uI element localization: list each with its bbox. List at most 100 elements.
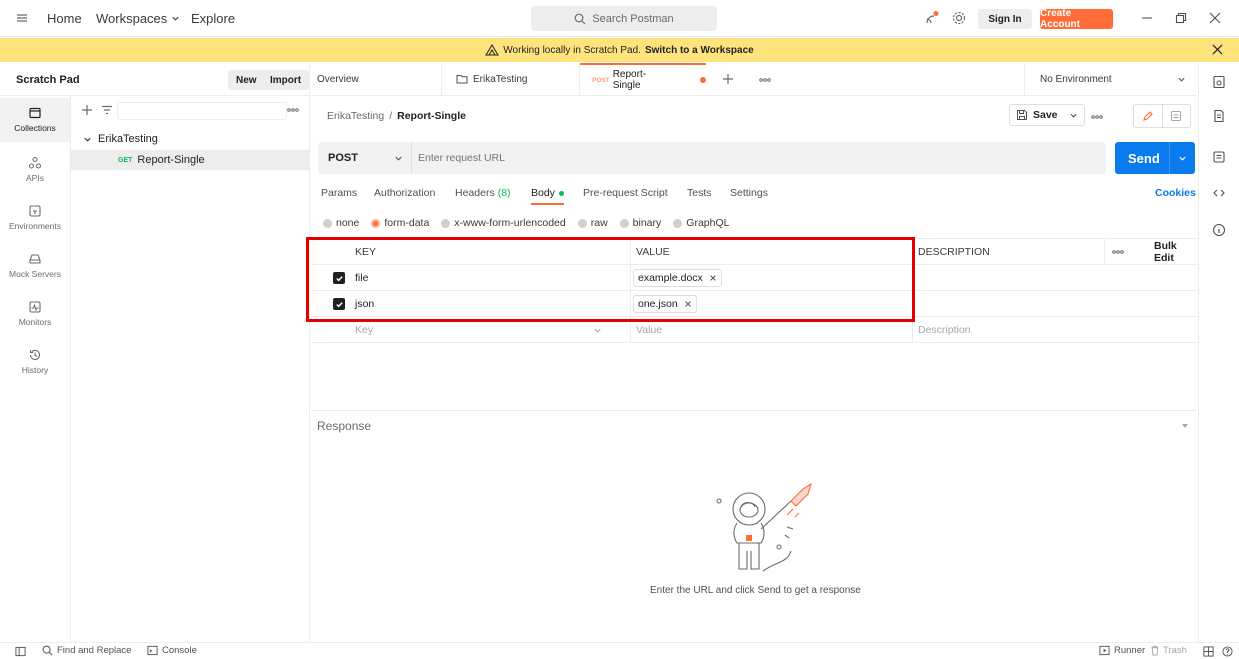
new-button[interactable]: New <box>228 70 265 90</box>
tab-erikatesting[interactable]: ErikaTesting <box>456 63 527 95</box>
code-snippet-icon[interactable] <box>1212 186 1226 200</box>
runner-button[interactable]: Runner <box>1099 645 1145 656</box>
find-replace-button[interactable]: Find and Replace <box>42 645 131 656</box>
bulk-edit-link[interactable]: Bulk Edit <box>1154 239 1198 265</box>
rail-history[interactable]: History <box>0 340 70 384</box>
two-pane-view-icon[interactable] <box>1203 646 1214 657</box>
collection-search-input[interactable] <box>117 102 287 120</box>
method-select[interactable]: POST <box>318 142 412 174</box>
rail-apis-label: APIs <box>26 173 44 183</box>
edit-mode-button[interactable] <box>1134 105 1163 127</box>
filter-icon[interactable] <box>101 104 113 116</box>
response-empty-message: Enter the URL and click Send to get a re… <box>650 585 861 596</box>
body-type-form-data[interactable]: form-data <box>371 217 429 229</box>
nav-home[interactable]: Home <box>47 11 82 26</box>
status-bar: Find and Replace Console Runner Trash <box>0 642 1239 659</box>
active-subtab-underline <box>531 203 564 205</box>
add-collection-icon[interactable] <box>81 104 93 116</box>
radio-binary-icon <box>619 218 629 228</box>
body-type-graphql[interactable]: GraphQL <box>673 217 729 229</box>
tab-overview[interactable]: Overview <box>317 63 359 95</box>
breadcrumb: ErikaTesting / Report-Single <box>327 110 466 122</box>
tab-erikatesting-label: ErikaTesting <box>473 73 528 85</box>
headers-count: (8) <box>497 187 511 199</box>
rail-environments[interactable]: Environments <box>0 196 70 240</box>
trash-label: Trash <box>1163 645 1187 656</box>
environment-selector[interactable]: No Environment <box>1025 63 1196 95</box>
save-button[interactable]: Save <box>1009 104 1085 126</box>
search-icon <box>42 645 53 656</box>
request-more-icon[interactable] <box>1091 115 1103 119</box>
body-type-raw[interactable]: raw <box>577 217 608 229</box>
menu-icon[interactable] <box>16 12 28 24</box>
rail-apis[interactable]: APIs <box>0 148 70 192</box>
subtab-tests[interactable]: Tests <box>687 187 712 199</box>
rail-mock-servers[interactable]: Mock Servers <box>0 244 70 288</box>
subtab-body[interactable]: Body <box>531 187 564 199</box>
settings-gear-icon[interactable] <box>951 10 967 26</box>
tab-overflow-icon[interactable] <box>759 78 771 82</box>
tab-report-single[interactable]: POST Report-Single <box>580 63 706 95</box>
trash-button[interactable]: Trash <box>1150 645 1187 656</box>
tab-report-single-label: Report-Single <box>612 69 647 91</box>
scratchpad-icon <box>485 44 500 56</box>
send-button[interactable]: Send <box>1115 142 1195 174</box>
mock-servers-icon <box>29 254 41 264</box>
subtab-authorization[interactable]: Authorization <box>374 187 435 199</box>
rail-monitors[interactable]: Monitors <box>0 292 70 336</box>
console-button[interactable]: Console <box>147 645 197 656</box>
nav-explore[interactable]: Explore <box>191 11 235 26</box>
collection-erikatesting[interactable]: ErikaTesting <box>83 133 158 145</box>
chevron-down-icon <box>1069 113 1077 118</box>
switch-workspace-link[interactable]: Switch to a Workspace <box>645 45 754 56</box>
comment-mode-button[interactable] <box>1163 105 1191 127</box>
toggle-sidebar-icon[interactable] <box>15 646 26 657</box>
help-icon[interactable] <box>1222 646 1233 657</box>
more-options-icon[interactable] <box>287 108 299 112</box>
close-window-icon[interactable] <box>1209 12 1221 24</box>
send-dropdown[interactable] <box>1169 142 1195 174</box>
minimize-icon[interactable] <box>1141 12 1153 24</box>
breadcrumb-collection[interactable]: ErikaTesting <box>327 110 384 122</box>
new-tab-icon[interactable] <box>722 73 734 85</box>
create-account-button[interactable]: Create Account <box>1040 8 1113 30</box>
rail-mock-servers-label: Mock Servers <box>9 269 61 279</box>
satellite-icon[interactable] <box>924 10 940 26</box>
body-type-binary[interactable]: binary <box>619 217 661 229</box>
sign-in-button[interactable]: Sign In <box>978 9 1032 29</box>
radio-raw-icon <box>577 218 587 228</box>
subtab-settings[interactable]: Settings <box>730 187 768 199</box>
environment-label: No Environment <box>1040 73 1112 85</box>
body-type-none-label: none <box>336 217 360 229</box>
runner-label: Runner <box>1114 645 1146 656</box>
environment-quicklook-icon[interactable] <box>1212 75 1226 89</box>
save-dropdown[interactable] <box>1069 111 1078 120</box>
response-collapse-icon[interactable] <box>1181 423 1189 429</box>
response-title: Response <box>317 419 372 433</box>
subtab-headers[interactable]: Headers (8) <box>455 187 511 199</box>
banner-close-icon[interactable] <box>1212 44 1223 55</box>
search-bar[interactable]: Search Postman <box>531 6 717 31</box>
history-icon <box>29 349 41 361</box>
new-description-input[interactable]: Description <box>918 317 971 343</box>
info-icon[interactable] <box>1212 223 1226 237</box>
response-panel: Response Enter the URL and click Send to… <box>311 410 1197 642</box>
import-button[interactable]: Import <box>262 70 310 90</box>
body-type-urlencoded[interactable]: x-www-form-urlencoded <box>441 217 566 229</box>
table-options-icon[interactable] <box>1112 239 1124 265</box>
comments-icon[interactable] <box>1212 150 1226 164</box>
radio-urlencoded-icon <box>441 218 451 228</box>
restore-icon[interactable] <box>1175 12 1187 24</box>
rail-collections[interactable]: Collections <box>0 98 70 142</box>
cookies-link[interactable]: Cookies <box>1155 187 1196 199</box>
subtab-prerequest[interactable]: Pre-request Script <box>583 187 668 199</box>
astronaut-illustration <box>693 479 833 583</box>
subtab-params[interactable]: Params <box>321 187 357 199</box>
collection-tree: ErikaTesting GET Report-Single <box>71 96 310 642</box>
documentation-icon[interactable] <box>1212 109 1226 123</box>
body-type-none[interactable]: none <box>323 217 359 229</box>
nav-workspaces[interactable]: Workspaces <box>96 11 180 26</box>
trash-icon <box>1151 645 1159 656</box>
request-item-report-single[interactable]: GET Report-Single <box>71 150 309 170</box>
url-input[interactable] <box>418 148 1088 168</box>
